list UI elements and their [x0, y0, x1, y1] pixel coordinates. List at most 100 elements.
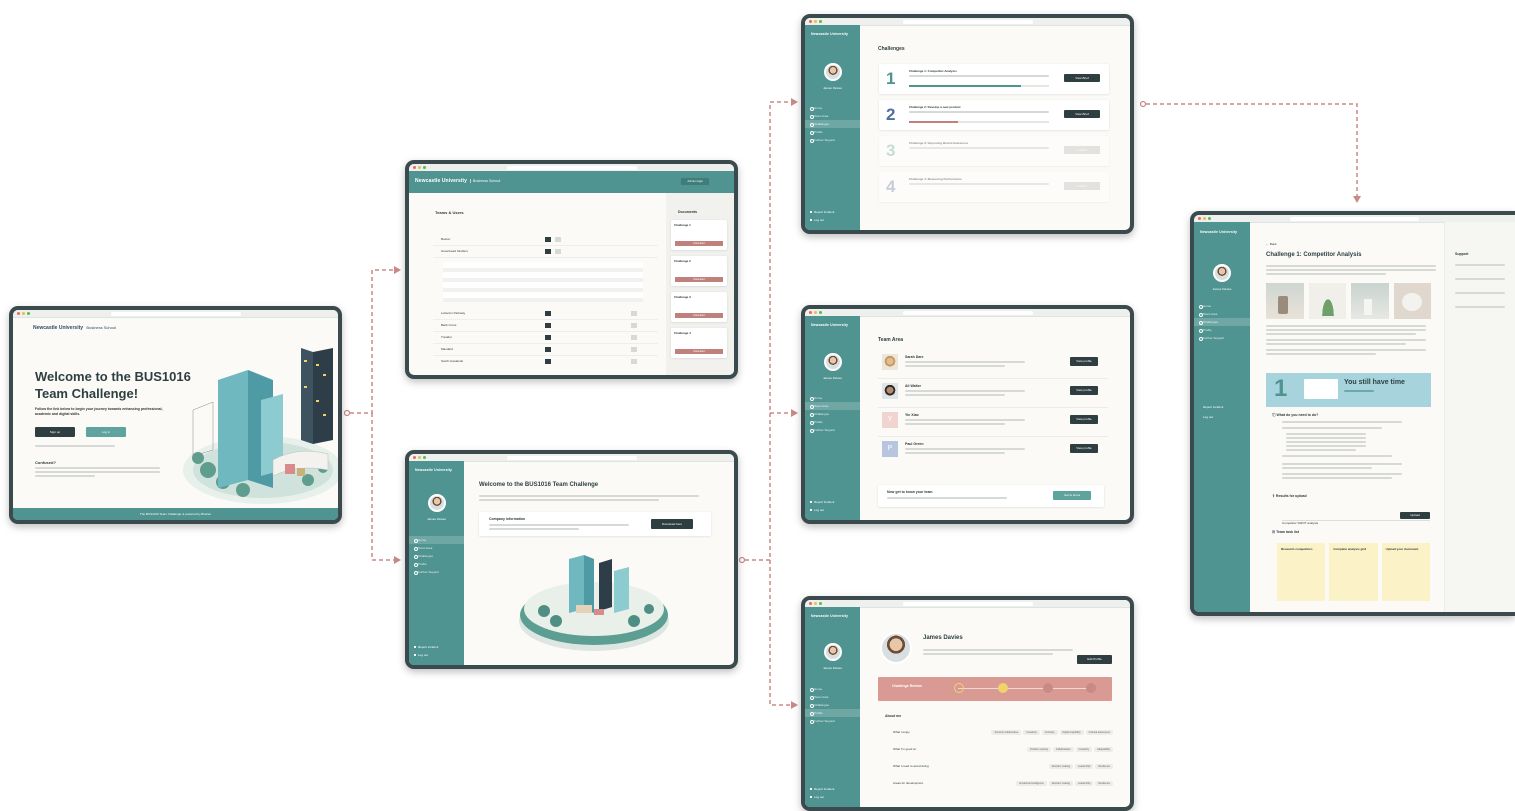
- view-profile-button[interactable]: View profile: [1070, 386, 1098, 395]
- logout-link[interactable]: Log out: [805, 793, 860, 801]
- sidebar-item-home[interactable]: Home: [1194, 302, 1250, 310]
- report-incident-link[interactable]: Report Incident: [805, 498, 860, 506]
- upload-button[interactable]: Upload: [1400, 512, 1430, 519]
- challenge-detail-tablet: Newcastle University James Davies Home T…: [1190, 211, 1515, 616]
- team-row[interactable]: Tresider: [433, 332, 658, 344]
- sidebar-item-support[interactable]: Further Support: [805, 136, 860, 144]
- challenge-card-locked: 4 Challenge 4: Measuring Performance Loc…: [879, 172, 1109, 202]
- challenges-screen: Newcastle University James Davies Home T…: [805, 18, 1130, 230]
- document-card: Challenge 4 Download: [671, 328, 727, 358]
- sidebar-item-home[interactable]: Home: [409, 536, 464, 544]
- challenge-title: Challenge 2: Develop a new product: [909, 105, 961, 109]
- view-brief-button[interactable]: View Brief: [1064, 110, 1100, 118]
- challenge-card[interactable]: 1 Challenge 1: Competitor Analysis View …: [879, 64, 1109, 94]
- sidebar-item-profile[interactable]: Profile: [805, 128, 860, 136]
- avatar[interactable]: [428, 494, 446, 512]
- sidebar-item-team-area[interactable]: Team Area: [805, 693, 860, 701]
- confused-text-1: [35, 467, 160, 469]
- profile-tablet: Newcastle University James Davies Home T…: [801, 596, 1134, 811]
- avatar[interactable]: [1213, 264, 1231, 282]
- sidebar-item-challenges[interactable]: Challenges: [409, 552, 464, 560]
- time-remaining-banner: 1 You still have time: [1266, 373, 1431, 407]
- download-button[interactable]: Download here: [651, 519, 693, 529]
- login-footer: The BUS1016 Team Challenge is powered by…: [13, 508, 338, 520]
- view-brief-button[interactable]: View Brief: [1064, 74, 1100, 82]
- avatar[interactable]: [824, 643, 842, 661]
- city-platform-illustration: [519, 555, 669, 651]
- team-row[interactable]: Greenhead Strollers: [433, 246, 658, 258]
- download-button[interactable]: Download: [675, 277, 723, 282]
- about-row[interactable]: What I enjoy Social & collaborative Creat…: [893, 727, 1113, 737]
- sidebar-username: James Davies: [823, 376, 842, 380]
- sidebar-item-challenges[interactable]: Challenges: [805, 410, 860, 418]
- download-button[interactable]: Download: [675, 241, 723, 246]
- team-row[interactable]: Lutterton Parkway: [433, 308, 658, 320]
- edit-profile-button[interactable]: Edit Profile: [1077, 655, 1112, 664]
- report-incident-link[interactable]: Report Incident: [409, 643, 464, 651]
- view-profile-button[interactable]: View profile: [1070, 415, 1098, 424]
- sidebar-item-team-area[interactable]: Team Area: [805, 112, 860, 120]
- download-button[interactable]: Download: [675, 313, 723, 318]
- avatar[interactable]: [824, 353, 842, 371]
- sidebar-item-profile[interactable]: Profile: [1194, 326, 1250, 334]
- logout-link[interactable]: Log out: [805, 506, 860, 514]
- report-incident-link[interactable]: Report Incident: [805, 785, 860, 793]
- about-row[interactable]: What I need to avoid doing Decision maki…: [893, 761, 1113, 771]
- sidebar-item-profile[interactable]: Profile: [805, 418, 860, 426]
- locked-button: Locked: [1064, 182, 1100, 190]
- sidebar: Newcastle University James Davies Home T…: [805, 25, 860, 230]
- admin-tablet: Newcastle University Business School Admi…: [405, 160, 738, 379]
- login-button[interactable]: Log in: [86, 427, 126, 437]
- team-row[interactable]: Boston: [433, 234, 658, 246]
- view-profile-button[interactable]: View profile: [1070, 444, 1098, 453]
- get-to-know-button[interactable]: Get to know: [1053, 491, 1091, 500]
- download-button[interactable]: Download: [675, 349, 723, 354]
- sidebar-item-support[interactable]: Further Support: [409, 568, 464, 576]
- sidebar-item-team-area[interactable]: Team Area: [805, 402, 860, 410]
- report-incident-link[interactable]: Report Incident: [805, 208, 860, 216]
- sidebar-item-challenges[interactable]: Challenges: [805, 120, 860, 128]
- challenge-card[interactable]: 2 Challenge 2: Develop a new product Vie…: [879, 100, 1109, 130]
- sidebar-item-team-area[interactable]: Team Area: [409, 544, 464, 552]
- sidebar-item-home[interactable]: Home: [805, 394, 860, 402]
- sidebar-item-home[interactable]: Home: [805, 104, 860, 112]
- team-row[interactable]: Mandard: [433, 344, 658, 356]
- sidebar-item-profile[interactable]: Profile: [409, 560, 464, 568]
- teams-table: Boston Greenhead Strollers Lutterton Par…: [433, 234, 658, 367]
- sidebar-username: James Davies: [427, 517, 446, 521]
- task-note[interactable]: Upload your document: [1381, 543, 1430, 601]
- back-link[interactable]: ← Back: [1266, 242, 1277, 246]
- sidebar-item-challenges[interactable]: Challenges: [1194, 318, 1250, 326]
- team-area-title: Team Area: [878, 337, 904, 343]
- logout-link[interactable]: Log out: [805, 216, 860, 224]
- sidebar-item-team-area[interactable]: Team Area: [1194, 310, 1250, 318]
- sidebar-bottom: Report Incident Log out: [805, 785, 860, 801]
- logout-link[interactable]: Log out: [409, 651, 464, 659]
- task-note[interactable]: Complete analysis grid: [1329, 543, 1378, 601]
- logout-link[interactable]: Log out: [1194, 412, 1250, 422]
- sidebar-item-support[interactable]: Further Support: [1194, 334, 1250, 342]
- about-row[interactable]: Areas for development Emotional intellig…: [893, 778, 1113, 788]
- admin-logo: Newcastle University Business School: [415, 178, 501, 184]
- plant-image: [1308, 283, 1346, 319]
- view-profile-button[interactable]: View profile: [1070, 357, 1098, 366]
- member-name: Paul Green: [905, 442, 924, 446]
- sidebar-bottom: Report Incident Log out: [805, 208, 860, 224]
- report-incident-link[interactable]: Report Incident: [1194, 402, 1250, 412]
- sidebar-item-support[interactable]: Further Support: [805, 717, 860, 725]
- team-row[interactable]: South Gowlands: [433, 356, 658, 367]
- task-note[interactable]: Research competitors: [1277, 543, 1326, 601]
- upload-document-name: Competitor SWOT analysis: [1282, 521, 1319, 525]
- team-row[interactable]: Back Cross: [433, 320, 658, 332]
- about-row[interactable]: What I'm good at Problem solving Collabor…: [893, 744, 1113, 754]
- sidebar-item-challenges[interactable]: Challenges: [805, 701, 860, 709]
- signup-button[interactable]: Sign up: [35, 427, 75, 437]
- admin-login-button[interactable]: Admin login: [681, 178, 709, 185]
- sidebar-item-support[interactable]: Further Support: [805, 426, 860, 434]
- sidebar-item-profile[interactable]: Profile: [805, 709, 860, 717]
- login-subtitle: Follow the link below to begin your jour…: [35, 407, 163, 416]
- sidebar-item-home[interactable]: Home: [805, 685, 860, 693]
- sidebar-logo: Newcastle University: [811, 32, 849, 36]
- sidebar: Newcastle University James Davies Home T…: [805, 607, 860, 807]
- avatar[interactable]: [824, 63, 842, 81]
